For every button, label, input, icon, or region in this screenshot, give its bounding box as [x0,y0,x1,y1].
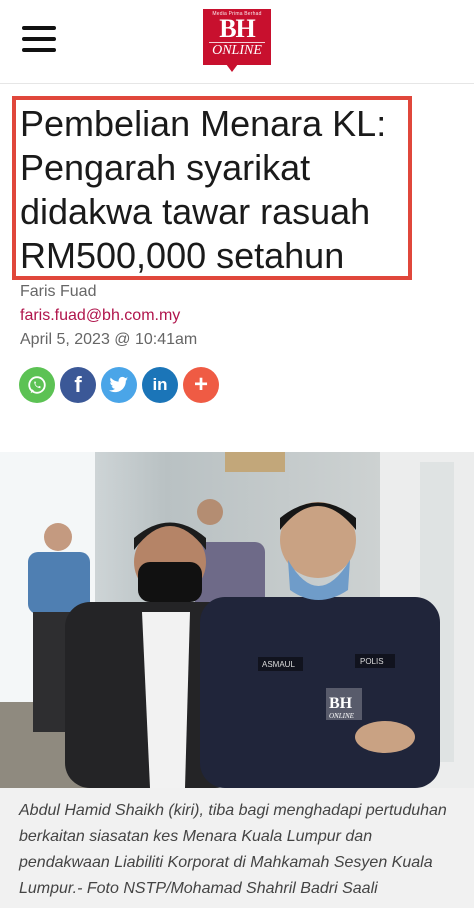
facebook-share-button[interactable]: f [60,367,96,403]
whatsapp-icon [28,376,46,394]
publish-date: April 5, 2023 @ 10:41am [20,331,198,348]
facebook-icon: f [74,372,82,397]
article-title: Pembelian Menara KL: Pengarah syarikat d… [20,103,387,276]
hamburger-menu-icon[interactable] [22,26,56,52]
more-share-button[interactable]: + [183,367,219,403]
name-badge: ASMAUL [262,660,295,669]
author-name[interactable]: Faris Fuad [20,283,96,301]
bh-online-logo[interactable]: Media Prima Berhad BH ONLINE [203,9,271,65]
police-badge: POLIS [360,657,384,666]
photo-watermark-online: ONLINE [329,712,355,720]
author-email-link[interactable]: faris.fuad@bh.com.my [20,307,180,325]
photo-watermark-bh: BH [329,695,353,712]
plus-icon: + [193,371,208,398]
linkedin-icon: in [152,375,168,394]
logo-online-text: ONLINE [209,42,265,58]
share-buttons: f in + [19,367,219,405]
logo-bh-text: BH [219,14,256,43]
logo-speech-tail [226,64,238,72]
article-photo[interactable]: ASMAUL POLIS BH ONLINE [0,452,474,788]
twitter-icon [109,376,129,393]
whatsapp-share-button[interactable] [19,367,55,403]
twitter-share-button[interactable] [101,367,137,403]
court-corridor-photo: ASMAUL POLIS BH ONLINE [0,452,474,788]
linkedin-share-button[interactable]: in [142,367,178,403]
photo-caption: Abdul Hamid Shaikh (kiri), tiba bagi men… [0,788,474,908]
